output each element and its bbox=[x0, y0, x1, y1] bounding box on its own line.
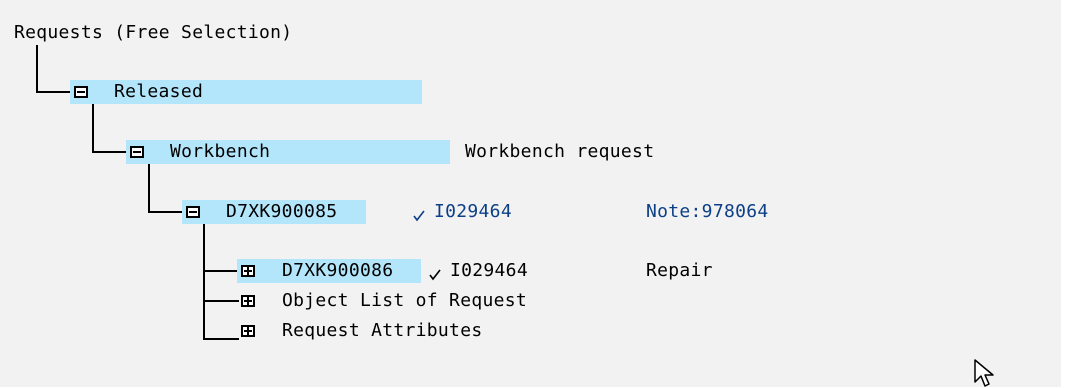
tree-connector bbox=[36, 45, 38, 93]
check-icon bbox=[429, 269, 441, 281]
tree-connector bbox=[148, 211, 184, 213]
plus-box-icon[interactable] bbox=[241, 325, 255, 337]
plus-box-icon[interactable] bbox=[241, 265, 255, 277]
node-request-attributes[interactable]: Request Attributes bbox=[282, 319, 482, 343]
right-frame bbox=[1061, 0, 1076, 387]
workbench-description: Workbench request bbox=[465, 141, 655, 162]
tree-connector bbox=[203, 270, 239, 272]
task-owner[interactable]: I029464 bbox=[450, 259, 528, 283]
tree-connector bbox=[36, 91, 72, 93]
tree-connector bbox=[203, 338, 239, 340]
minus-box-icon[interactable] bbox=[74, 86, 88, 98]
request-owner[interactable]: I029464 bbox=[434, 200, 512, 224]
tree-connector bbox=[92, 103, 94, 153]
node-request-id[interactable]: D7XK900085 bbox=[226, 200, 337, 224]
plus-box-icon[interactable] bbox=[241, 295, 255, 307]
request-note-link[interactable]: Note:978064 bbox=[646, 200, 769, 224]
tree-panel: Requests (Free Selection) Released Workb… bbox=[0, 0, 1061, 387]
tree-connector bbox=[148, 163, 150, 213]
tree-root-label[interactable]: Requests (Free Selection) bbox=[14, 21, 292, 45]
mouse-pointer-icon bbox=[974, 359, 994, 387]
tree-connector bbox=[203, 223, 205, 339]
node-task-id[interactable]: D7XK900086 bbox=[282, 259, 393, 283]
node-released[interactable]: Released bbox=[114, 80, 203, 104]
check-icon bbox=[413, 210, 425, 222]
tree-connector bbox=[203, 300, 239, 302]
node-object-list[interactable]: Object List of Request bbox=[282, 289, 527, 313]
minus-box-icon[interactable] bbox=[186, 206, 200, 218]
task-description: Repair bbox=[646, 260, 713, 281]
minus-box-icon[interactable] bbox=[130, 146, 144, 158]
tree-connector bbox=[92, 151, 128, 153]
node-workbench[interactable]: Workbench bbox=[170, 140, 270, 164]
